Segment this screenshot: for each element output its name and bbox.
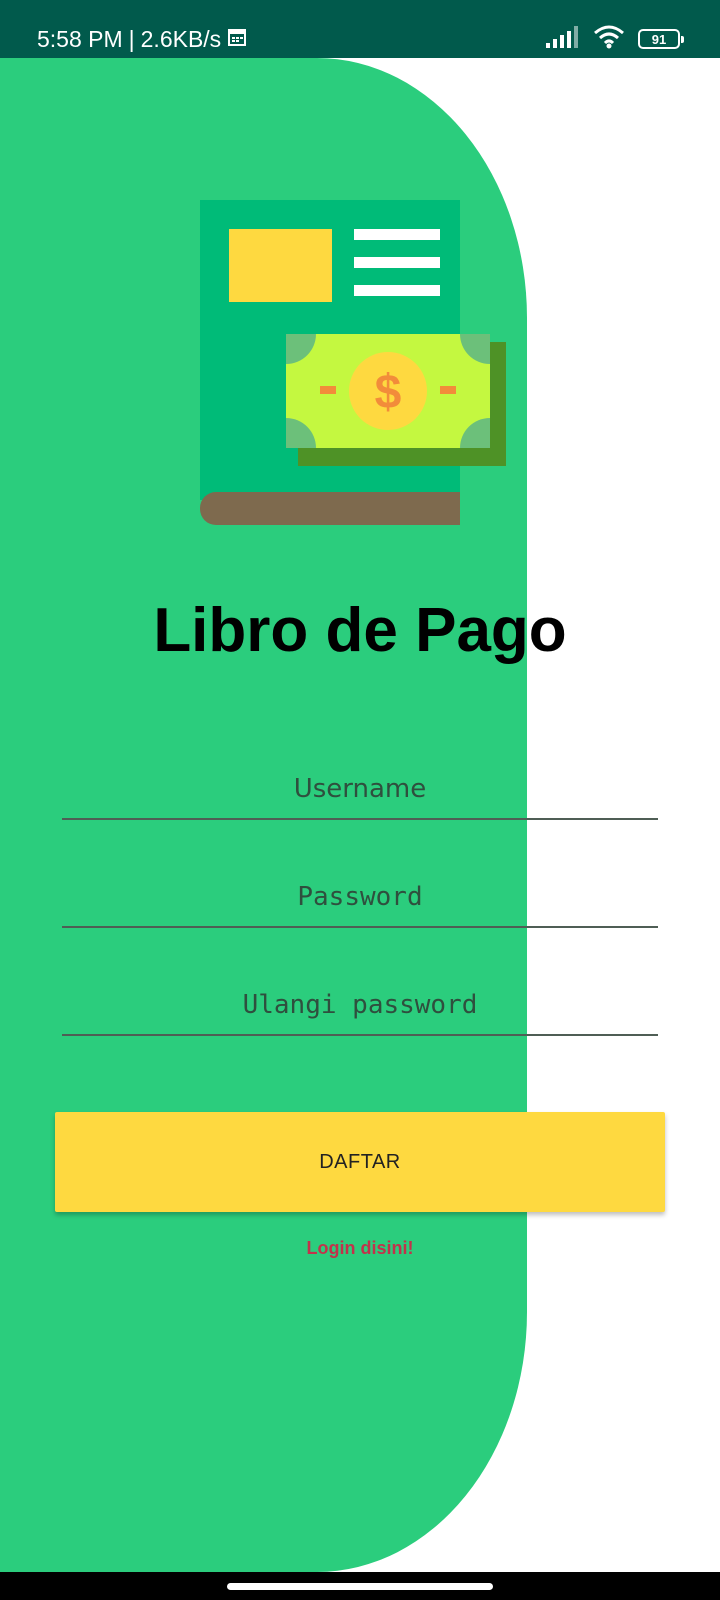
wifi-icon [594, 25, 624, 54]
calendar-icon [227, 26, 247, 53]
status-left: 5:58 PM | 2.6KB/s [37, 24, 247, 54]
register-screen: 5:58 PM | 2.6KB/s 91 $ Libro de Pago Use… [0, 0, 720, 1600]
login-link[interactable]: Login disini! [0, 1238, 720, 1259]
username-input[interactable] [62, 760, 658, 820]
status-time: 5:58 PM [37, 25, 123, 52]
navigation-bar [0, 1572, 720, 1600]
register-button[interactable]: DAFTAR [55, 1112, 665, 1212]
home-indicator[interactable] [227, 1583, 493, 1590]
battery-icon: 91 [638, 29, 684, 49]
battery-level: 91 [651, 31, 667, 47]
status-right: 91 [546, 25, 684, 54]
svg-text:$: $ [375, 366, 402, 419]
app-title: Libro de Pago [153, 596, 567, 665]
password-input[interactable] [62, 868, 658, 928]
payment-book-icon: $ [200, 200, 520, 540]
status-bar: 5:58 PM | 2.6KB/s 91 [0, 0, 720, 58]
repeat-password-input[interactable] [62, 976, 658, 1036]
signal-icon [546, 25, 580, 53]
status-separator: | [128, 25, 135, 52]
network-speed: 2.6KB/s [140, 25, 222, 52]
